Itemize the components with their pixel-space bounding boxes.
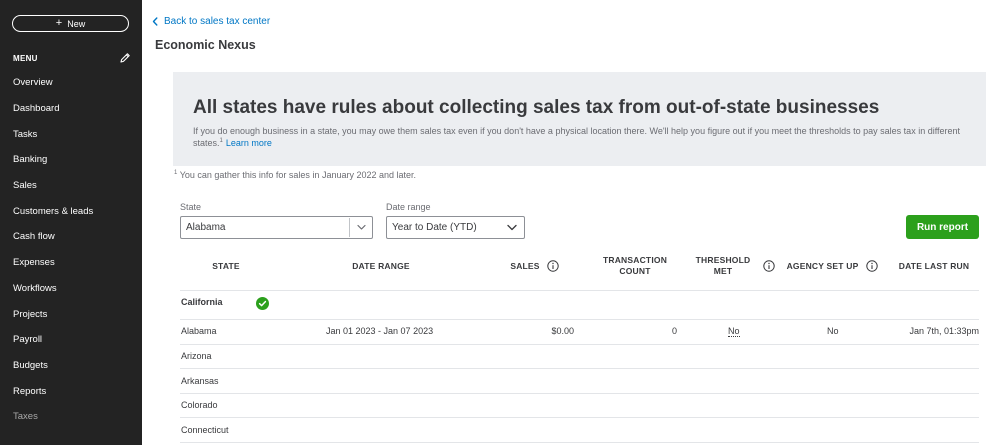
- cell-state: Connecticut: [181, 425, 229, 435]
- table-divider: [180, 393, 979, 394]
- sidebar-item-tasks[interactable]: Tasks: [0, 121, 142, 147]
- sidebar: + New MENU Overview Dashboard Tasks Bank…: [0, 0, 142, 445]
- sidebar-item-taxes[interactable]: Taxes: [0, 404, 142, 430]
- footnote-marker: 1: [174, 170, 178, 176]
- state-label: State: [180, 202, 202, 212]
- sidebar-item-customers-leads[interactable]: Customers & leads: [0, 198, 142, 224]
- sidebar-item-budgets[interactable]: Budgets: [0, 353, 142, 379]
- column-header-transaction-count[interactable]: TRANSACTION COUNT: [592, 255, 678, 277]
- check-circle-icon: [256, 297, 269, 310]
- banner-title: All states have rules about collecting s…: [193, 97, 880, 118]
- footnote: 1 You can gather this info for sales in …: [174, 170, 416, 180]
- select-divider: [349, 218, 350, 237]
- sidebar-item-workflows[interactable]: Workflows: [0, 276, 142, 302]
- table-divider: [180, 344, 979, 345]
- run-report-button[interactable]: Run report: [906, 215, 979, 239]
- new-button[interactable]: + New: [12, 15, 129, 32]
- banner-body: If you do enough business in a state, yo…: [193, 126, 961, 148]
- date-range-label: Date range: [386, 202, 431, 212]
- banner-text: If you do enough business in a state, yo…: [193, 125, 963, 149]
- sidebar-item-cash-flow[interactable]: Cash flow: [0, 224, 142, 250]
- column-header-state[interactable]: STATE: [205, 261, 247, 272]
- column-header-date-range[interactable]: DATE RANGE: [340, 261, 422, 272]
- cell-agency-set-up: No: [827, 326, 839, 336]
- cell-threshold-met[interactable]: No: [728, 326, 740, 337]
- table-divider: [180, 319, 979, 320]
- column-header-date-last-run[interactable]: DATE LAST RUN: [892, 261, 976, 272]
- cell-date-range: Jan 01 2023 - Jan 07 2023: [326, 326, 434, 336]
- info-banner: All states have rules about collecting s…: [173, 72, 986, 166]
- plus-icon: +: [55, 17, 63, 29]
- chevron-down-icon[interactable]: [357, 224, 366, 231]
- pencil-icon[interactable]: [119, 52, 131, 64]
- menu-title: MENU: [13, 53, 38, 63]
- column-header-agency-set-up[interactable]: AGENCY SET UP: [780, 261, 865, 272]
- table-divider: [180, 290, 979, 291]
- info-icon[interactable]: [866, 260, 878, 272]
- back-link[interactable]: Back to sales tax center: [152, 16, 270, 27]
- sidebar-item-overview[interactable]: Overview: [0, 70, 142, 96]
- sidebar-item-payroll[interactable]: Payroll: [0, 327, 142, 353]
- sidebar-item-sales[interactable]: Sales: [0, 173, 142, 199]
- cell-sales: $0.00: [551, 326, 574, 336]
- cell-transaction-count: 0: [671, 326, 677, 336]
- sidebar-item-dashboard[interactable]: Dashboard: [0, 96, 142, 122]
- page-title: Economic Nexus: [155, 38, 256, 52]
- column-header-transaction-line2: COUNT: [619, 266, 651, 276]
- learn-more-link[interactable]: Learn more: [226, 138, 272, 148]
- cell-date-last-run: Jan 7th, 01:33pm: [909, 326, 979, 336]
- chevron-down-icon: [507, 224, 517, 231]
- column-header-threshold-line2: MET: [713, 266, 733, 276]
- info-icon[interactable]: [547, 260, 559, 272]
- sidebar-item-projects[interactable]: Projects: [0, 301, 142, 327]
- info-icon[interactable]: [763, 260, 775, 272]
- sidebar-item-reports[interactable]: Reports: [0, 378, 142, 404]
- cell-state: Colorado: [181, 400, 218, 410]
- column-header-sales[interactable]: SALES: [506, 261, 544, 272]
- chevron-left-icon: [152, 17, 158, 26]
- back-link-label: Back to sales tax center: [164, 16, 271, 27]
- menu-header: MENU: [13, 51, 131, 65]
- column-header-threshold-met[interactable]: THRESHOLD MET: [688, 255, 758, 277]
- table-divider: [180, 368, 979, 369]
- table-divider: [180, 417, 979, 418]
- date-range-select-value: Year to Date (YTD): [392, 222, 477, 233]
- sidebar-item-expenses[interactable]: Expenses: [0, 250, 142, 276]
- table-group-label: California: [181, 297, 223, 307]
- new-button-label: New: [67, 18, 86, 29]
- date-range-select[interactable]: Year to Date (YTD): [386, 216, 525, 239]
- state-select-value: Alabama: [186, 222, 226, 233]
- state-select[interactable]: Alabama: [180, 216, 373, 239]
- banner-footnote-marker: 1: [219, 138, 223, 144]
- cell-state: Alabama: [181, 326, 217, 336]
- column-header-transaction-line1: TRANSACTION: [602, 255, 668, 265]
- cell-state: Arkansas: [181, 376, 219, 386]
- column-header-threshold-line1: THRESHOLD: [695, 255, 751, 265]
- sidebar-item-banking[interactable]: Banking: [0, 147, 142, 173]
- table-divider: [180, 442, 979, 443]
- sidebar-nav: Overview Dashboard Tasks Banking Sales C…: [0, 70, 142, 430]
- footnote-text: You can gather this info for sales in Ja…: [179, 170, 417, 180]
- cell-state: Arizona: [181, 351, 212, 361]
